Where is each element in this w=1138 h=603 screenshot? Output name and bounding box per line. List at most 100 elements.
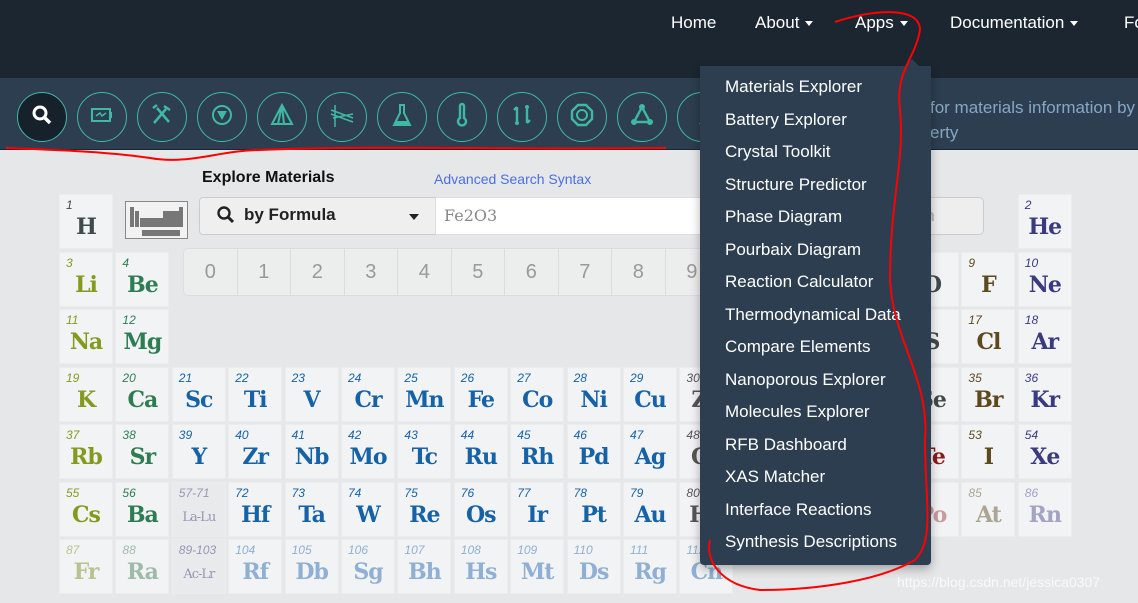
nav-home[interactable]: Home xyxy=(671,13,716,33)
element-ti[interactable]: 22 Ti xyxy=(228,366,283,422)
element-cr[interactable]: 24 Cr xyxy=(341,366,395,422)
advanced-search-link[interactable]: Advanced Search Syntax xyxy=(434,171,591,187)
element-ba[interactable]: 56 Ba xyxy=(115,481,170,537)
element-ra[interactable]: 88 Ra xyxy=(115,539,170,594)
element-co[interactable]: 27 Co xyxy=(510,366,565,422)
element-h[interactable]: 1H xyxy=(59,194,113,249)
element-pt[interactable]: 78 Pt xyxy=(566,481,621,537)
element-ag[interactable]: 47 Ag xyxy=(623,424,677,479)
menu-item-nanoporous-explorer[interactable]: Nanoporous Explorer xyxy=(700,369,931,402)
menu-item-materials-explorer[interactable]: Materials Explorer xyxy=(700,76,931,109)
element-cl[interactable]: 17 Cl xyxy=(961,309,1016,364)
element-mg[interactable]: 12 Mg xyxy=(115,309,170,364)
element-be[interactable]: 4 Be xyxy=(115,251,170,307)
keypad-key-4[interactable]: 4 xyxy=(398,249,452,295)
element-ta[interactable]: 73 Ta xyxy=(284,481,339,537)
element-kr[interactable]: 36 Kr xyxy=(1017,366,1072,422)
tool-compare[interactable] xyxy=(497,92,547,142)
element-hf[interactable]: 72 Hf xyxy=(228,481,283,537)
element-fe[interactable]: 26 Fe xyxy=(453,366,508,422)
element-ir[interactable]: 77 Ir xyxy=(510,481,565,537)
element-sc[interactable]: 21 Sc xyxy=(171,366,226,422)
keypad-key-8[interactable]: 8 xyxy=(612,249,666,295)
element-rh[interactable]: 45 Rh xyxy=(510,424,565,479)
element-fr[interactable]: 87 Fr xyxy=(59,539,113,594)
menu-item-compare-elements[interactable]: Compare Elements xyxy=(700,336,931,369)
element-rf[interactable]: 104 Rf xyxy=(228,539,283,594)
element-ne[interactable]: 10 Ne xyxy=(1017,251,1072,307)
tool-tools[interactable] xyxy=(137,92,187,142)
tool-nanoporous[interactable] xyxy=(557,92,607,142)
element-li[interactable]: 3 Li xyxy=(59,251,113,307)
tool-battery[interactable] xyxy=(77,92,127,142)
element-i[interactable]: 53 I xyxy=(961,424,1016,479)
nav-apps[interactable]: Apps xyxy=(855,13,908,33)
element-rn[interactable]: 86 Rn xyxy=(1017,481,1072,537)
element-la-lu[interactable]: 57-71 La-Lu xyxy=(171,481,226,537)
element-zr[interactable]: 40 Zr xyxy=(228,424,283,479)
element-sr[interactable]: 38 Sr xyxy=(115,424,170,479)
periodic-table-toggle-icon[interactable] xyxy=(125,201,188,239)
tool-phase-diagram[interactable] xyxy=(257,92,307,142)
keypad-key-3[interactable]: 3 xyxy=(345,249,398,295)
menu-item-rfb-dashboard[interactable]: RFB Dashboard xyxy=(700,434,931,467)
element-he[interactable]: 2 He xyxy=(1017,194,1072,249)
tool-molecule[interactable] xyxy=(617,92,667,142)
menu-item-xas-matcher[interactable]: XAS Matcher xyxy=(700,466,931,499)
element-rb[interactable]: 37 Rb xyxy=(59,424,113,479)
menu-item-interface-reactions[interactable]: Interface Reactions xyxy=(700,499,931,532)
element-cs[interactable]: 55 Cs xyxy=(59,481,113,537)
element-os[interactable]: 76 Os xyxy=(453,481,508,537)
keypad-key-2[interactable]: 2 xyxy=(291,249,345,295)
tool-pourbaix[interactable] xyxy=(317,92,367,142)
element-ru[interactable]: 44 Ru xyxy=(453,424,508,479)
element-br[interactable]: 35 Br xyxy=(961,366,1016,422)
element-rg[interactable]: 111 Rg xyxy=(623,539,677,594)
menu-item-structure-predictor[interactable]: Structure Predictor xyxy=(700,174,931,207)
tool-search[interactable] xyxy=(17,92,67,142)
element-mn[interactable]: 25 Mn xyxy=(397,366,452,422)
element-k[interactable]: 19 K xyxy=(59,366,113,422)
element-au[interactable]: 79 Au xyxy=(623,481,677,537)
keypad-key-7[interactable]: 7 xyxy=(559,249,612,295)
menu-item-crystal-toolkit[interactable]: Crystal Toolkit xyxy=(700,141,931,174)
element-at[interactable]: 85 At xyxy=(961,481,1016,537)
keypad-key-0[interactable]: 0 xyxy=(184,249,238,295)
element-hs[interactable]: 108 Hs xyxy=(453,539,508,594)
element-pd[interactable]: 46 Pd xyxy=(566,424,621,479)
element-w[interactable]: 74 W xyxy=(341,481,395,537)
element-na[interactable]: 11 Na xyxy=(59,309,113,364)
element-db[interactable]: 105 Db xyxy=(284,539,339,594)
menu-item-pourbaix-diagram[interactable]: Pourbaix Diagram xyxy=(700,239,931,272)
element-nb[interactable]: 41 Nb xyxy=(284,424,339,479)
nav-fo[interactable]: Fo xyxy=(1124,13,1138,33)
menu-item-reaction-calculator[interactable]: Reaction Calculator xyxy=(700,271,931,304)
keypad-key-1[interactable]: 1 xyxy=(238,249,291,295)
menu-item-battery-explorer[interactable]: Battery Explorer xyxy=(700,109,931,142)
element-v[interactable]: 23 V xyxy=(284,366,339,422)
element-ar[interactable]: 18 Ar xyxy=(1017,309,1072,364)
nav-about[interactable]: About xyxy=(755,13,814,33)
keypad-key-5[interactable]: 5 xyxy=(452,249,505,295)
search-mode-dropdown[interactable]: by Formula xyxy=(199,197,436,235)
element-bh[interactable]: 107 Bh xyxy=(397,539,452,594)
tool-flask[interactable] xyxy=(377,92,427,142)
menu-item-synthesis-descriptions[interactable]: Synthesis Descriptions xyxy=(700,531,931,564)
keypad-key-6[interactable]: 6 xyxy=(505,249,559,295)
element-mt[interactable]: 109 Mt xyxy=(510,539,565,594)
element-ni[interactable]: 28 Ni xyxy=(566,366,621,422)
element-sg[interactable]: 106 Sg xyxy=(341,539,395,594)
element-tc[interactable]: 43 Tc xyxy=(397,424,452,479)
tool-structure-predictor[interactable] xyxy=(197,92,247,142)
element-ca[interactable]: 20 Ca xyxy=(115,366,170,422)
element-xe[interactable]: 54 Xe xyxy=(1017,424,1072,479)
element-y[interactable]: 39 Y xyxy=(171,424,226,479)
element-ac-lr[interactable]: 89-103 Ac-Lr xyxy=(171,539,226,594)
nav-documentation[interactable]: Documentation xyxy=(950,13,1079,33)
element-cu[interactable]: 29 Cu xyxy=(623,366,677,422)
element-ds[interactable]: 110 Ds xyxy=(566,539,621,594)
element-f[interactable]: 9F xyxy=(961,251,1016,307)
element-re[interactable]: 75 Re xyxy=(397,481,452,537)
element-mo[interactable]: 42 Mo xyxy=(341,424,395,479)
menu-item-phase-diagram[interactable]: Phase Diagram xyxy=(700,206,931,239)
